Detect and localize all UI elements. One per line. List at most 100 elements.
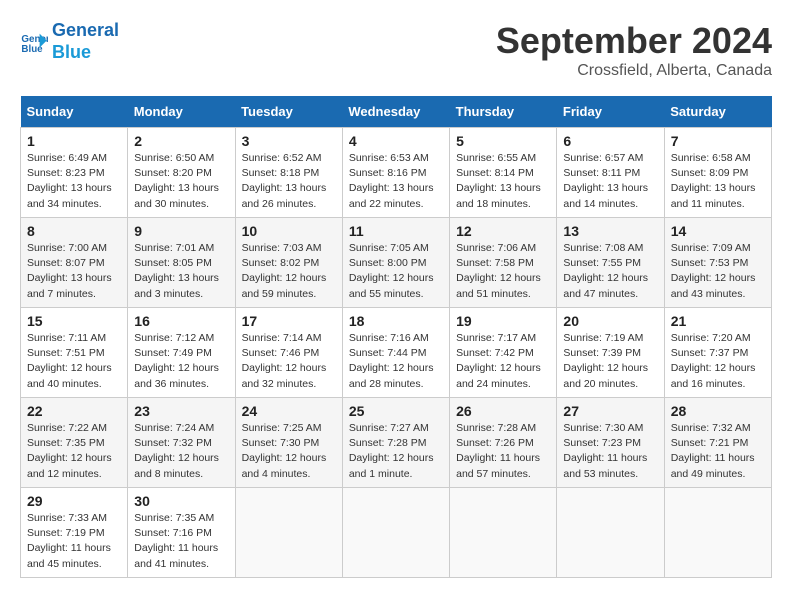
logo-icon: General Blue — [20, 28, 48, 56]
logo-line1: General — [52, 20, 119, 42]
calendar-cell — [235, 488, 342, 578]
title-block: September 2024 Crossfield, Alberta, Cana… — [496, 20, 772, 80]
day-number: 20 — [563, 313, 657, 329]
weekday-header-wednesday: Wednesday — [342, 96, 449, 128]
day-number: 25 — [349, 403, 443, 419]
day-number: 3 — [242, 133, 336, 149]
calendar-cell: 6 Sunrise: 6:57 AM Sunset: 8:11 PM Daylig… — [557, 128, 664, 218]
weekday-header-row: SundayMondayTuesdayWednesdayThursdayFrid… — [21, 96, 772, 128]
day-info: Sunrise: 7:06 AM Sunset: 7:58 PM Dayligh… — [456, 241, 550, 302]
day-info: Sunrise: 7:17 AM Sunset: 7:42 PM Dayligh… — [456, 331, 550, 392]
day-number: 27 — [563, 403, 657, 419]
day-number: 9 — [134, 223, 228, 239]
location: Crossfield, Alberta, Canada — [496, 62, 772, 80]
day-number: 21 — [671, 313, 765, 329]
day-number: 15 — [27, 313, 121, 329]
day-info: Sunrise: 7:05 AM Sunset: 8:00 PM Dayligh… — [349, 241, 443, 302]
day-number: 16 — [134, 313, 228, 329]
day-number: 1 — [27, 133, 121, 149]
day-info: Sunrise: 6:55 AM Sunset: 8:14 PM Dayligh… — [456, 151, 550, 212]
calendar-cell: 23 Sunrise: 7:24 AM Sunset: 7:32 PM Dayli… — [128, 398, 235, 488]
day-number: 18 — [349, 313, 443, 329]
calendar-week-1: 1Sunrise: 6:49 AM Sunset: 8:23 PM Daylig… — [21, 128, 772, 218]
day-info: Sunrise: 7:16 AM Sunset: 7:44 PM Dayligh… — [349, 331, 443, 392]
calendar-cell — [450, 488, 557, 578]
day-info: Sunrise: 7:09 AM Sunset: 7:53 PM Dayligh… — [671, 241, 765, 302]
weekday-header-friday: Friday — [557, 96, 664, 128]
day-number: 14 — [671, 223, 765, 239]
day-info: Sunrise: 7:32 AM Sunset: 7:21 PM Dayligh… — [671, 421, 765, 482]
day-info: Sunrise: 7:30 AM Sunset: 7:23 PM Dayligh… — [563, 421, 657, 482]
day-number: 10 — [242, 223, 336, 239]
calendar-cell: 2 Sunrise: 6:50 AM Sunset: 8:20 PM Daylig… — [128, 128, 235, 218]
calendar-cell: 22 Sunrise: 7:22 AM Sunset: 7:35 PM Dayli… — [21, 398, 128, 488]
weekday-header-sunday: Sunday — [21, 96, 128, 128]
day-info: Sunrise: 7:27 AM Sunset: 7:28 PM Dayligh… — [349, 421, 443, 482]
day-info: Sunrise: 7:00 AM Sunset: 8:07 PM Dayligh… — [27, 241, 121, 302]
calendar-cell: 21 Sunrise: 7:20 AM Sunset: 7:37 PM Dayli… — [664, 308, 771, 398]
day-number: 22 — [27, 403, 121, 419]
day-number: 8 — [27, 223, 121, 239]
day-number: 2 — [134, 133, 228, 149]
weekday-header-monday: Monday — [128, 96, 235, 128]
month-title: September 2024 — [496, 20, 772, 62]
day-info: Sunrise: 7:12 AM Sunset: 7:49 PM Dayligh… — [134, 331, 228, 392]
calendar-cell: 10Sunrise: 7:03 AM Sunset: 8:02 PM Dayli… — [235, 218, 342, 308]
calendar-cell: 24 Sunrise: 7:25 AM Sunset: 7:30 PM Dayli… — [235, 398, 342, 488]
day-number: 28 — [671, 403, 765, 419]
day-number: 13 — [563, 223, 657, 239]
day-number: 11 — [349, 223, 443, 239]
day-info: Sunrise: 7:20 AM Sunset: 7:37 PM Dayligh… — [671, 331, 765, 392]
calendar-week-2: 8 Sunrise: 7:00 AM Sunset: 8:07 PM Daylig… — [21, 218, 772, 308]
day-number: 5 — [456, 133, 550, 149]
day-info: Sunrise: 7:35 AM Sunset: 7:16 PM Dayligh… — [134, 511, 228, 572]
day-info: Sunrise: 7:22 AM Sunset: 7:35 PM Dayligh… — [27, 421, 121, 482]
calendar-cell: 9 Sunrise: 7:01 AM Sunset: 8:05 PM Daylig… — [128, 218, 235, 308]
day-info: Sunrise: 7:28 AM Sunset: 7:26 PM Dayligh… — [456, 421, 550, 482]
page-header: General Blue General Blue September 2024… — [20, 20, 772, 80]
calendar-cell — [557, 488, 664, 578]
calendar-week-5: 29 Sunrise: 7:33 AM Sunset: 7:19 PM Dayli… — [21, 488, 772, 578]
day-info: Sunrise: 6:58 AM Sunset: 8:09 PM Dayligh… — [671, 151, 765, 212]
day-info: Sunrise: 7:14 AM Sunset: 7:46 PM Dayligh… — [242, 331, 336, 392]
calendar-cell: 7Sunrise: 6:58 AM Sunset: 8:09 PM Daylig… — [664, 128, 771, 218]
calendar-cell: 12 Sunrise: 7:06 AM Sunset: 7:58 PM Dayli… — [450, 218, 557, 308]
calendar-cell: 13 Sunrise: 7:08 AM Sunset: 7:55 PM Dayli… — [557, 218, 664, 308]
calendar-table: SundayMondayTuesdayWednesdayThursdayFrid… — [20, 96, 772, 578]
weekday-header-tuesday: Tuesday — [235, 96, 342, 128]
day-info: Sunrise: 7:25 AM Sunset: 7:30 PM Dayligh… — [242, 421, 336, 482]
calendar-cell — [342, 488, 449, 578]
day-number: 6 — [563, 133, 657, 149]
day-info: Sunrise: 6:57 AM Sunset: 8:11 PM Dayligh… — [563, 151, 657, 212]
calendar-cell — [664, 488, 771, 578]
day-info: Sunrise: 7:24 AM Sunset: 7:32 PM Dayligh… — [134, 421, 228, 482]
day-info: Sunrise: 6:50 AM Sunset: 8:20 PM Dayligh… — [134, 151, 228, 212]
calendar-cell: 14 Sunrise: 7:09 AM Sunset: 7:53 PM Dayli… — [664, 218, 771, 308]
day-number: 29 — [27, 493, 121, 509]
day-number: 12 — [456, 223, 550, 239]
calendar-cell: 3 Sunrise: 6:52 AM Sunset: 8:18 PM Daylig… — [235, 128, 342, 218]
calendar-cell: 8 Sunrise: 7:00 AM Sunset: 8:07 PM Daylig… — [21, 218, 128, 308]
day-number: 24 — [242, 403, 336, 419]
calendar-body: 1Sunrise: 6:49 AM Sunset: 8:23 PM Daylig… — [21, 128, 772, 578]
day-info: Sunrise: 7:08 AM Sunset: 7:55 PM Dayligh… — [563, 241, 657, 302]
calendar-cell: 27 Sunrise: 7:30 AM Sunset: 7:23 PM Dayli… — [557, 398, 664, 488]
day-number: 4 — [349, 133, 443, 149]
calendar-cell: 15Sunrise: 7:11 AM Sunset: 7:51 PM Dayli… — [21, 308, 128, 398]
calendar-cell: 4 Sunrise: 6:53 AM Sunset: 8:16 PM Daylig… — [342, 128, 449, 218]
day-info: Sunrise: 7:01 AM Sunset: 8:05 PM Dayligh… — [134, 241, 228, 302]
day-number: 23 — [134, 403, 228, 419]
calendar-cell: 28 Sunrise: 7:32 AM Sunset: 7:21 PM Dayli… — [664, 398, 771, 488]
weekday-header-thursday: Thursday — [450, 96, 557, 128]
logo: General Blue General Blue — [20, 20, 119, 63]
day-info: Sunrise: 7:33 AM Sunset: 7:19 PM Dayligh… — [27, 511, 121, 572]
calendar-cell: 19Sunrise: 7:17 AM Sunset: 7:42 PM Dayli… — [450, 308, 557, 398]
calendar-week-4: 22 Sunrise: 7:22 AM Sunset: 7:35 PM Dayli… — [21, 398, 772, 488]
calendar-cell: 1Sunrise: 6:49 AM Sunset: 8:23 PM Daylig… — [21, 128, 128, 218]
day-number: 17 — [242, 313, 336, 329]
day-info: Sunrise: 6:53 AM Sunset: 8:16 PM Dayligh… — [349, 151, 443, 212]
day-info: Sunrise: 6:52 AM Sunset: 8:18 PM Dayligh… — [242, 151, 336, 212]
calendar-cell: 30Sunrise: 7:35 AM Sunset: 7:16 PM Dayli… — [128, 488, 235, 578]
calendar-cell: 5 Sunrise: 6:55 AM Sunset: 8:14 PM Daylig… — [450, 128, 557, 218]
calendar-cell: 18 Sunrise: 7:16 AM Sunset: 7:44 PM Dayli… — [342, 308, 449, 398]
